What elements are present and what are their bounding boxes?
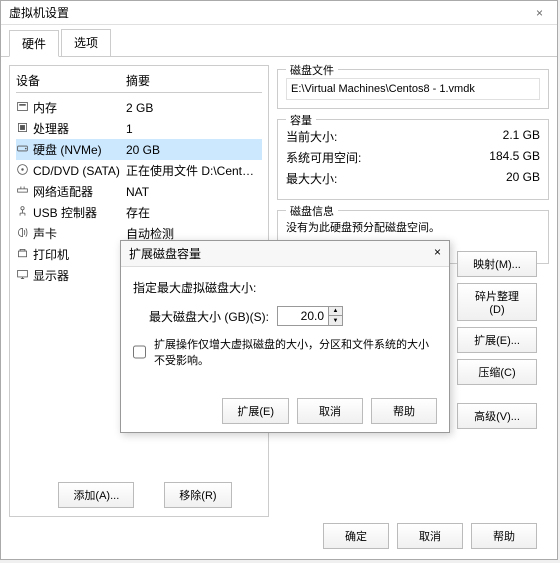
dialog-help-button[interactable]: 帮助 xyxy=(371,398,437,424)
dialog-cancel-button[interactable]: 取消 xyxy=(297,398,363,424)
dialog-expand-button[interactable]: 扩展(E) xyxy=(222,398,289,424)
dialog-title: 扩展磁盘容量 xyxy=(129,245,201,262)
note-checkbox[interactable] xyxy=(133,336,146,368)
close-icon[interactable]: × xyxy=(434,245,441,262)
spin-down-icon[interactable]: ▼ xyxy=(328,316,342,325)
expand-disk-dialog: 扩展磁盘容量 × 指定最大虚拟磁盘大小: 最大磁盘大小 (GB)(S): ▲ ▼… xyxy=(120,240,450,433)
modal-backdrop: 扩展磁盘容量 × 指定最大虚拟磁盘大小: 最大磁盘大小 (GB)(S): ▲ ▼… xyxy=(0,0,560,563)
size-spinner[interactable]: ▲ ▼ xyxy=(277,306,343,326)
size-label: 最大磁盘大小 (GB)(S): xyxy=(149,308,269,325)
dialog-body: 指定最大虚拟磁盘大小: 最大磁盘大小 (GB)(S): ▲ ▼ 扩展操作仅增大虚… xyxy=(121,267,449,390)
dialog-note: 扩展操作仅增大虚拟磁盘的大小，分区和文件系统的大小不受影响。 xyxy=(154,336,437,368)
dialog-titlebar: 扩展磁盘容量 × xyxy=(121,241,449,267)
spin-up-icon[interactable]: ▲ xyxy=(328,307,342,316)
dialog-line1: 指定最大虚拟磁盘大小: xyxy=(133,279,437,296)
dialog-footer: 扩展(E) 取消 帮助 xyxy=(121,390,449,432)
size-input[interactable] xyxy=(278,307,328,325)
